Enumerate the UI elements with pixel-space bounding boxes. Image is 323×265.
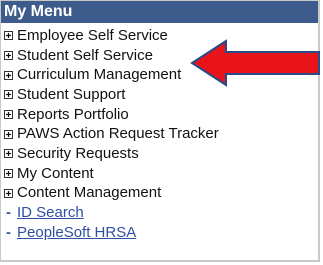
menu-folder-label: Security Requests <box>17 144 139 162</box>
dash-bullet-icon: - <box>6 223 11 241</box>
menu-title: My Menu <box>1 1 318 23</box>
my-menu-panel: My Menu Employee Self Service Student Sel… <box>0 0 320 262</box>
menu-folder-item[interactable]: Reports Portfolio <box>1 105 318 125</box>
expand-plus-icon[interactable] <box>4 110 13 120</box>
expand-plus-icon[interactable] <box>4 90 13 100</box>
menu-folder-label: Student Self Service <box>17 46 153 64</box>
menu-folder-label: Curriculum Management <box>17 66 182 84</box>
menu-link-item[interactable]: - ID Search <box>1 203 318 223</box>
expand-plus-icon[interactable] <box>4 70 13 80</box>
menu-folder-label: Content Management <box>17 184 162 202</box>
menu-link-item[interactable]: - PeopleSoft HRSA <box>1 223 318 243</box>
menu-folder-label: Student Support <box>17 85 126 103</box>
expand-plus-icon[interactable] <box>4 51 13 61</box>
menu-folder-item[interactable]: Security Requests <box>1 144 318 164</box>
menu-folder-label: Employee Self Service <box>17 26 168 44</box>
dash-bullet-icon: - <box>6 204 11 222</box>
menu-folder-label: PAWS Action Request Tracker <box>17 125 219 143</box>
expand-plus-icon[interactable] <box>4 169 13 179</box>
menu-folder-item[interactable]: Student Support <box>1 85 318 105</box>
expand-plus-icon[interactable] <box>4 129 13 139</box>
expand-plus-icon[interactable] <box>4 31 13 41</box>
menu-folder-item[interactable]: My Content <box>1 164 318 184</box>
menu-link-label[interactable]: ID Search <box>17 204 84 222</box>
expand-plus-icon[interactable] <box>4 188 13 198</box>
menu-folder-label: My Content <box>17 164 94 182</box>
red-arrow-icon <box>190 39 320 87</box>
menu-link-label[interactable]: PeopleSoft HRSA <box>17 224 136 242</box>
expand-plus-icon[interactable] <box>4 149 13 159</box>
menu-folder-item[interactable]: PAWS Action Request Tracker <box>1 124 318 144</box>
menu-folder-item[interactable]: Content Management <box>1 184 318 204</box>
menu-folder-label: Reports Portfolio <box>17 105 129 123</box>
